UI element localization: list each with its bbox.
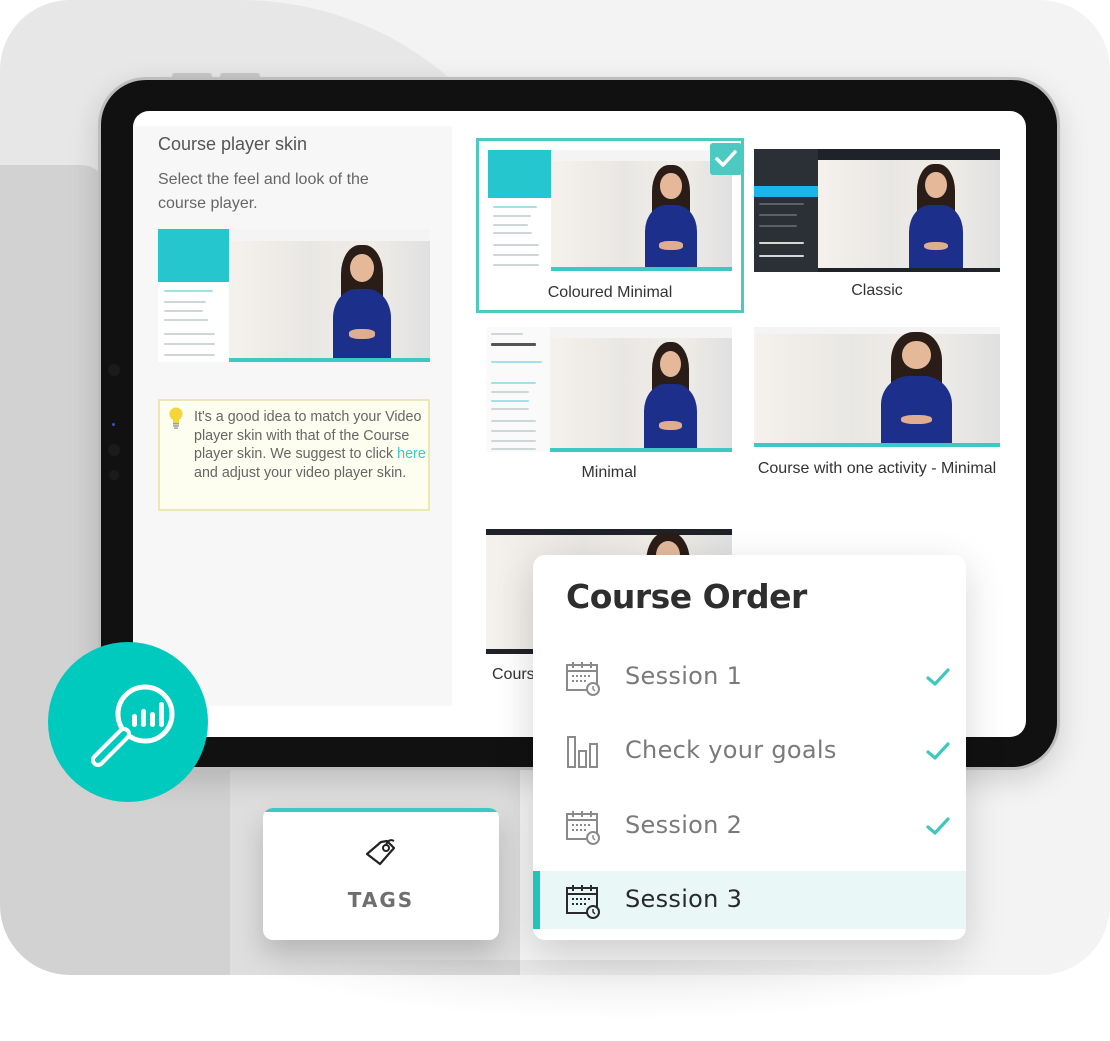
course-order-item-label: Session 3: [625, 885, 743, 913]
section-description: Select the feel and look of the course p…: [158, 171, 369, 212]
tip-text-end: and adjust your video player skin.: [194, 464, 407, 481]
skin-option-minimal[interactable]: Minimal: [486, 327, 732, 487]
skin-thumbnail: [486, 327, 732, 452]
course-order-item-label: Session 1: [625, 662, 743, 690]
course-order-item-active[interactable]: Session 3: [533, 871, 966, 929]
course-order-item[interactable]: Session 2: [533, 797, 966, 855]
device-sensor: [109, 470, 119, 480]
skin-label: Classic: [851, 282, 903, 299]
device-camera-dot: [112, 423, 115, 426]
tip-callout: It's a good idea to match your Video pla…: [158, 399, 430, 511]
skin-thumbnail: [754, 149, 1000, 272]
video-skin-link[interactable]: here: [397, 446, 426, 462]
lightbulb-icon: [169, 407, 183, 429]
skin-label: Coloured Minimal: [547, 284, 673, 301]
course-order-item[interactable]: Session 1: [533, 648, 966, 706]
presenter-image: [877, 331, 956, 447]
course-order-item-label: Check your goals: [625, 736, 837, 764]
drop-shadow: [260, 960, 1000, 1020]
device-sensor: [108, 364, 120, 376]
presenter-image: [329, 244, 394, 362]
tags-card[interactable]: TAGS: [263, 808, 499, 940]
presenter-image: [642, 164, 701, 271]
check-icon: [926, 668, 950, 686]
presenter-image: [907, 163, 966, 272]
search-analytics-badge: [48, 642, 208, 802]
skin-option-coloured-minimal[interactable]: Coloured Minimal: [476, 138, 744, 313]
tags-accent-bar: [263, 808, 499, 812]
course-order-item[interactable]: Check your goals: [533, 722, 966, 780]
skin-thumbnail: [754, 327, 1000, 447]
tag-icon: [365, 839, 396, 866]
calendar-clock-icon: [566, 811, 600, 845]
settings-panel: Course player skin Select the feel and l…: [133, 126, 452, 706]
calendar-clock-icon: [566, 662, 600, 696]
tags-label: TAGS: [347, 888, 415, 912]
bar-chart-icon: [567, 736, 598, 768]
selected-badge: [710, 143, 742, 175]
skin-thumbnail: [488, 150, 732, 271]
skin-label: Minimal: [581, 464, 637, 481]
presenter-image: [641, 342, 700, 452]
check-icon: [926, 817, 950, 835]
course-order-title: Course Order: [566, 577, 807, 616]
check-icon: [926, 742, 950, 760]
course-order-card: Course Order Session 1 Check your goals: [533, 555, 966, 940]
calendar-clock-icon: [566, 885, 600, 919]
device-sensor: [108, 444, 120, 456]
search-analytics-icon: [91, 684, 175, 767]
check-icon: [715, 150, 737, 167]
tip-text: It's a good idea to match your Video pla…: [194, 408, 426, 482]
skin-label: Course with one activity - Minimal: [757, 460, 997, 477]
skin-preview: [158, 229, 430, 362]
skin-option-classic[interactable]: Classic: [754, 147, 1000, 307]
tip-text-start: It's a good idea to match your Video pla…: [194, 409, 422, 462]
section-title: Course player skin: [158, 134, 308, 154]
course-order-item-label: Session 2: [625, 811, 743, 839]
skin-option-one-activity-minimal[interactable]: Course with one activity - Minimal: [754, 327, 1000, 507]
